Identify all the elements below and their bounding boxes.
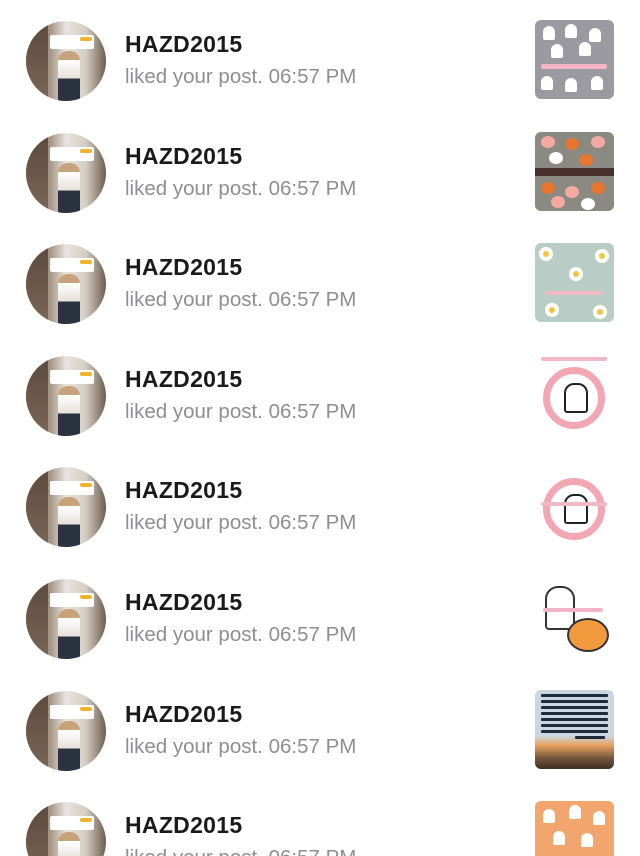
post-thumbnail[interactable] <box>535 20 614 99</box>
timestamp: 06:57 PM <box>268 511 357 535</box>
avatar[interactable] <box>26 579 106 659</box>
notification-row[interactable]: HAZD2015 liked your post. 06:57 PM <box>0 781 640 856</box>
notification-list: HAZD2015 liked your post. 06:57 PM HAZD2… <box>0 0 640 856</box>
avatar[interactable] <box>26 21 106 101</box>
username[interactable]: HAZD2015 <box>125 812 242 839</box>
username[interactable]: HAZD2015 <box>125 143 242 170</box>
notification-text: liked your post. 06:57 PM <box>125 734 357 758</box>
timestamp: 06:57 PM <box>268 288 357 312</box>
notification-text: liked your post. 06:57 PM <box>125 511 357 535</box>
notification-text: liked your post. 06:57 PM <box>125 399 357 423</box>
avatar[interactable] <box>26 467 106 548</box>
username[interactable]: HAZD2015 <box>125 31 242 58</box>
timestamp: 06:57 PM <box>269 846 357 856</box>
avatar[interactable] <box>26 244 106 325</box>
avatar[interactable] <box>26 132 106 213</box>
username[interactable]: HAZD2015 <box>125 701 242 728</box>
post-thumbnail[interactable] <box>535 801 614 856</box>
post-thumbnail[interactable] <box>535 354 614 434</box>
notification-row[interactable]: HAZD2015 liked your post. 06:57 PM <box>0 335 640 447</box>
post-thumbnail[interactable] <box>535 466 614 546</box>
timestamp: 06:57 PM <box>268 399 357 423</box>
username[interactable]: HAZD2015 <box>125 477 242 504</box>
post-thumbnail[interactable] <box>535 243 614 323</box>
notification-text: liked your post. 06:57 PM <box>125 176 357 200</box>
avatar[interactable] <box>26 802 106 856</box>
notification-text: liked your post. 06:57 PM <box>125 623 357 646</box>
notification-row[interactable]: HAZD2015 liked your post. 06:57 PM <box>0 558 640 670</box>
post-thumbnail[interactable] <box>535 131 614 211</box>
notification-text: liked your post. 06:57 PM <box>125 846 356 856</box>
username[interactable]: HAZD2015 <box>125 589 242 616</box>
avatar[interactable] <box>26 355 106 436</box>
avatar[interactable] <box>26 690 106 771</box>
username[interactable]: HAZD2015 <box>125 366 242 393</box>
username[interactable]: HAZD2015 <box>125 254 242 281</box>
timestamp: 06:57 PM <box>268 176 357 200</box>
timestamp: 06:57 PM <box>268 734 357 758</box>
notification-row[interactable]: HAZD2015 liked your post. 06:57 PM <box>0 446 640 558</box>
notification-text: liked your post. 06:57 PM <box>125 288 357 312</box>
notification-row[interactable]: HAZD2015 liked your post. 06:57 PM <box>0 223 640 335</box>
post-thumbnail[interactable] <box>535 689 614 769</box>
timestamp: 06:57 PM <box>268 623 357 646</box>
notification-row[interactable]: HAZD2015 liked your post. 06:57 PM <box>0 0 640 112</box>
notification-text: liked your post. 06:57 PM <box>125 65 357 88</box>
notification-row[interactable]: HAZD2015 liked your post. 06:57 PM <box>0 112 640 224</box>
notification-row[interactable]: HAZD2015 liked your post. 06:57 PM <box>0 670 640 782</box>
timestamp: 06:57 PM <box>268 65 357 88</box>
post-thumbnail[interactable] <box>535 578 614 657</box>
